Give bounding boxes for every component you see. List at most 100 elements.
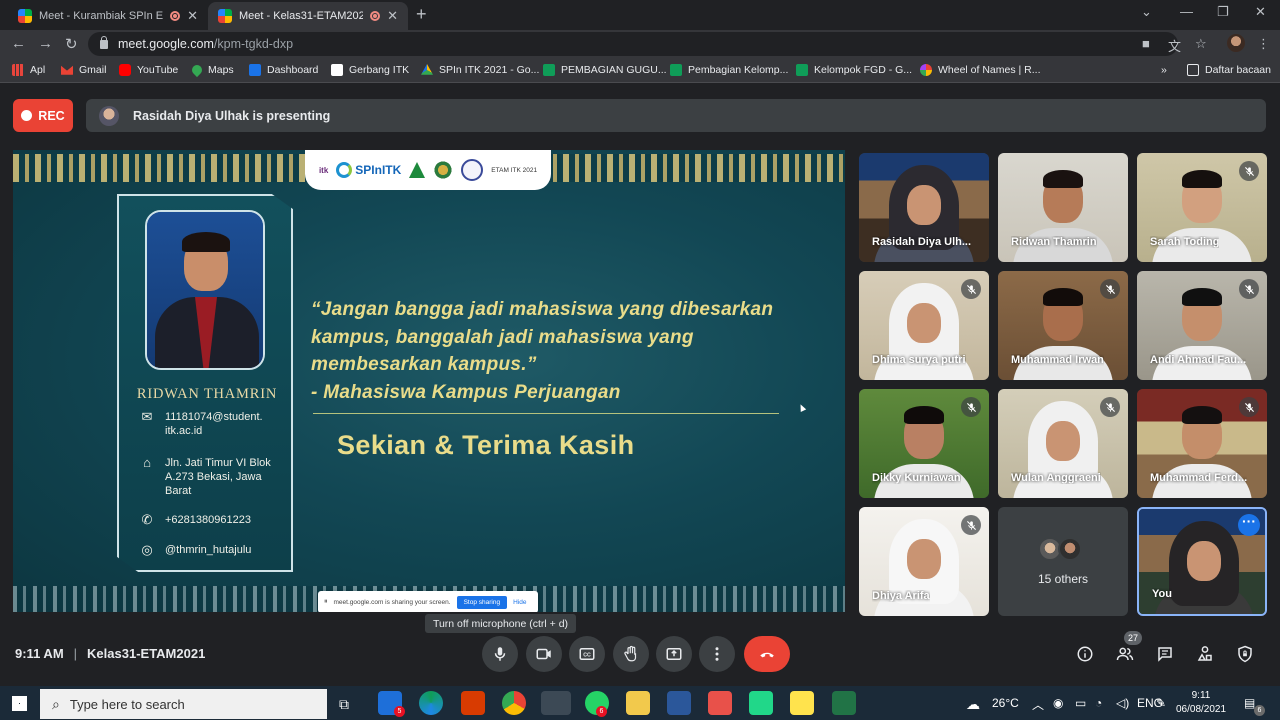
participant-face (907, 303, 941, 343)
wifi-icon[interactable]: ◔ (1095, 696, 1102, 710)
windows-start-icon[interactable] (12, 696, 27, 711)
participant-tile[interactable]: Andi Ahmad Fau... (1137, 271, 1267, 380)
camera-button[interactable] (526, 636, 562, 672)
participant-tile[interactable]: Dhima surya putri (859, 271, 989, 380)
captions-button[interactable]: CC (569, 636, 605, 672)
reload-icon[interactable]: ↻ (65, 35, 78, 53)
volume-icon[interactable]: ◁) (1116, 696, 1129, 710)
edge-app-icon[interactable] (419, 691, 443, 715)
profile-avatar[interactable] (1227, 34, 1245, 52)
bookmark-gerbang-itk[interactable]: Gerbang ITK (331, 64, 409, 76)
chrome-app-icon[interactable] (502, 691, 526, 715)
bookmark-label: PEMBAGIAN GUGU... (561, 64, 667, 76)
star-icon[interactable]: ☆ (1195, 36, 1207, 52)
participant-tile[interactable]: Muhammad Irwan (998, 271, 1128, 380)
participant-tile-self[interactable]: You ··· (1137, 507, 1267, 616)
participant-tile[interactable]: Rasidah Diya Ulh... (859, 153, 989, 262)
close-tab-icon[interactable]: ✕ (387, 8, 398, 24)
reading-list-icon (1187, 64, 1199, 76)
tile-more-options-button[interactable]: ··· (1238, 514, 1260, 536)
stop-sharing-button[interactable]: Stop sharing (456, 595, 508, 609)
task-view-icon[interactable]: ⧉ (339, 696, 349, 713)
bookmark-kelompok-fgd[interactable]: Kelompok FGD - G... (796, 64, 912, 76)
file-explorer-app-icon[interactable] (626, 691, 650, 715)
recording-badge[interactable]: REC (13, 99, 73, 132)
activities-shapes-icon (1197, 646, 1212, 661)
close-window-icon[interactable]: ✕ (1255, 4, 1266, 20)
others-avatars (1038, 537, 1082, 561)
translate-icon[interactable]: 文 (1168, 36, 1181, 55)
search-icon: ⌕ (52, 695, 60, 712)
meet-tray-icon[interactable]: ◉ (1053, 696, 1063, 710)
sheets-icon (543, 64, 555, 76)
mail-badge: 5 (394, 706, 405, 717)
word-app-icon[interactable] (667, 691, 691, 715)
bookmark-wheel-of-names[interactable]: Wheel of Names | R... (920, 64, 1041, 76)
menu-icon[interactable]: ⋮ (1257, 36, 1270, 52)
taskbar-search[interactable]: ⌕ Type here to search (40, 689, 327, 719)
sketch-app-icon[interactable] (708, 691, 732, 715)
bookmark-pembagian-gugus[interactable]: PEMBAGIAN GUGU... (543, 64, 667, 76)
participant-hair (904, 406, 944, 424)
camera-icon[interactable]: ■ (1142, 36, 1150, 51)
bookmark-label: Dashboard (267, 64, 319, 76)
bookmark-maps[interactable]: Maps (189, 62, 234, 78)
office-app-icon[interactable] (461, 691, 485, 715)
etam-seal-logo (461, 159, 484, 181)
activities-button[interactable] (1194, 643, 1216, 665)
bookmark-apl[interactable]: Apl (12, 64, 45, 76)
participant-tile-others[interactable]: 15 others (998, 507, 1128, 616)
sticky-notes-app-icon[interactable] (790, 691, 814, 715)
more-options-button[interactable] (699, 636, 735, 672)
show-hidden-icons[interactable]: ︿ (1032, 696, 1044, 713)
chat-button[interactable] (1154, 643, 1176, 665)
battery-icon[interactable]: ▭ (1075, 696, 1086, 710)
email-row: ✉ 11181074@student. itk.ac.id (139, 410, 289, 438)
present-button[interactable] (656, 636, 692, 672)
participant-tile[interactable]: Ridwan Thamrin (998, 153, 1128, 262)
bookmark-dashboard[interactable]: Dashboard (249, 64, 318, 76)
tab-kelas31[interactable]: Meet - Kelas31-ETAM2021 ✕ (208, 2, 408, 30)
presenting-banner: Rasidah Diya Ulhak is presenting (86, 99, 1266, 132)
meeting-details-button[interactable] (1074, 643, 1096, 665)
bookmark-pembagian-kelompok[interactable]: Pembagian Kelomp... (670, 64, 788, 76)
new-tab-button[interactable]: + (416, 4, 427, 25)
host-controls-button[interactable] (1234, 643, 1256, 665)
people-button[interactable] (1114, 643, 1136, 665)
tab-search-icon[interactable]: ⌄ (1141, 4, 1152, 20)
microphone-button[interactable] (482, 636, 518, 672)
forward-icon[interactable]: → (38, 35, 53, 52)
close-tab-icon[interactable]: ✕ (187, 8, 198, 24)
weather-temp[interactable]: 26°C (992, 696, 1019, 710)
participant-face (907, 185, 941, 225)
taskbar-clock[interactable]: 9:11 06/08/2021 (1176, 689, 1226, 717)
others-label: 15 others (1037, 572, 1089, 586)
bookmarks-overflow-button[interactable]: » (1161, 64, 1167, 76)
participant-tile[interactable]: Wulan Anggraeni (998, 389, 1128, 498)
back-icon[interactable]: ← (11, 35, 26, 52)
participant-face (907, 539, 941, 579)
chrome-active-app-icon[interactable] (541, 691, 571, 715)
bookmark-youtube[interactable]: YouTube (119, 64, 178, 76)
address-bar[interactable]: meet.google.com/kpm-tgkd-dxp (88, 32, 1178, 56)
participant-tile[interactable]: Dikky Kurniawan (859, 389, 989, 498)
tab-kurambiak[interactable]: Meet - Kurambiak SPIn ETAM ✕ (8, 2, 208, 30)
reading-list-button[interactable]: Daftar bacaan (1187, 64, 1271, 76)
leave-call-button[interactable] (744, 636, 790, 672)
tab-title: Meet - Kelas31-ETAM2021 (239, 10, 364, 22)
gmail-icon (61, 65, 73, 75)
participant-name: Dhima surya putri (872, 354, 966, 366)
participant-tile[interactable]: Muhammad Ferd... (1137, 389, 1267, 498)
minimize-icon[interactable]: — (1180, 4, 1193, 19)
raise-hand-button[interactable] (613, 636, 649, 672)
participant-name: Wulan Anggraeni (1011, 472, 1101, 484)
pycharm-app-icon[interactable] (749, 691, 773, 715)
bookmark-gmail[interactable]: Gmail (61, 64, 106, 76)
hide-button[interactable]: Hide (513, 599, 526, 606)
excel-app-icon[interactable] (832, 691, 856, 715)
bookmark-spin-itk[interactable]: SPIn ITK 2021 - Go... (421, 64, 539, 76)
participant-tile[interactable]: Dhiya Arifa (859, 507, 989, 616)
maximize-icon[interactable]: ❐ (1217, 4, 1229, 20)
pen-icon[interactable]: ✎ (1156, 696, 1166, 710)
participant-tile[interactable]: Sarah Toding (1137, 153, 1267, 262)
